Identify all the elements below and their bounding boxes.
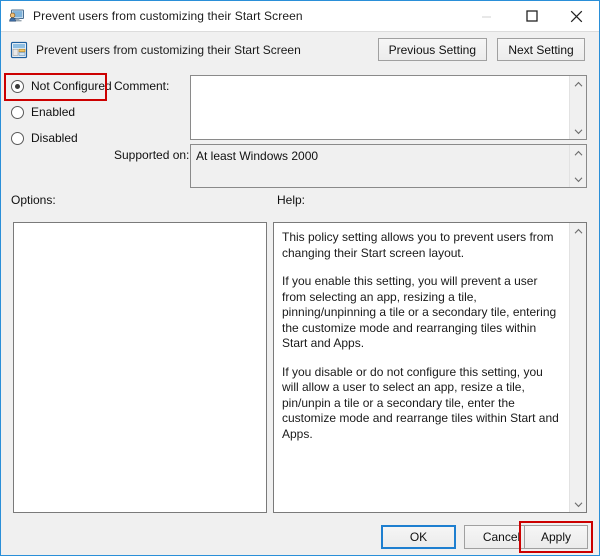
supported-on-value: At least Windows 2000 (196, 149, 319, 163)
ok-button[interactable]: OK (381, 525, 456, 549)
window-title: Prevent users from customizing their Sta… (33, 9, 303, 23)
help-paragraph: If you disable or do not configure this … (282, 364, 559, 441)
help-label: Help: (277, 193, 306, 207)
group-policy-setting-icon (10, 41, 28, 59)
close-button[interactable] (554, 2, 599, 31)
radio-label-not-configured: Not Configured (31, 79, 112, 93)
comment-scrollbar[interactable] (569, 76, 586, 139)
help-scrollbar[interactable] (569, 223, 586, 512)
radio-label-disabled: Disabled (31, 131, 78, 145)
policy-monitor-icon (8, 7, 26, 25)
comment-value[interactable] (191, 76, 569, 139)
policy-name-label: Prevent users from customizing their Sta… (36, 42, 301, 57)
help-panel: This policy setting allows you to preven… (273, 222, 587, 513)
options-label: Options: (11, 193, 56, 207)
window-title-bar: Prevent users from customizing their Sta… (1, 1, 599, 32)
help-paragraph: If you enable this setting, you will pre… (282, 274, 557, 350)
supported-on-label: Supported on: (114, 148, 190, 162)
policy-header-row: Prevent users from customizing their Sta… (1, 32, 599, 67)
maximize-button[interactable] (509, 2, 554, 31)
policy-state-radio-group: Not Configured Enabled Disabled (1, 73, 113, 151)
previous-setting-button[interactable]: Previous Setting (377, 38, 487, 61)
group-policy-setting-dialog: Prevent users from customizing their Sta… (0, 0, 600, 556)
minimize-button[interactable] (464, 2, 509, 31)
radio-disabled[interactable]: Disabled (1, 125, 113, 151)
radio-enabled[interactable]: Enabled (1, 99, 113, 125)
chevron-down-icon[interactable] (570, 496, 587, 512)
radio-label-enabled: Enabled (31, 105, 76, 119)
next-setting-button[interactable]: Next Setting (497, 38, 585, 61)
chevron-up-icon[interactable] (570, 76, 587, 92)
chevron-down-icon[interactable] (570, 171, 587, 187)
radio-indicator-not-configured[interactable] (11, 79, 24, 93)
chevron-down-icon[interactable] (570, 123, 587, 139)
supported-on-scrollbar[interactable] (569, 145, 586, 187)
supported-on-field: At least Windows 2000 (190, 144, 587, 188)
radio-not-configured[interactable]: Not Configured (1, 73, 113, 99)
help-text: This policy setting allows you to preven… (274, 223, 569, 512)
apply-button[interactable]: Apply (524, 525, 588, 549)
radio-indicator-enabled[interactable] (11, 105, 24, 119)
options-panel[interactable] (13, 222, 267, 513)
chevron-up-icon[interactable] (570, 145, 587, 161)
help-paragraph: This policy setting allows you to preven… (282, 230, 554, 260)
chevron-up-icon[interactable] (570, 223, 587, 239)
comment-label: Comment: (114, 79, 170, 93)
radio-indicator-disabled[interactable] (11, 131, 24, 145)
comment-field[interactable] (190, 75, 587, 140)
